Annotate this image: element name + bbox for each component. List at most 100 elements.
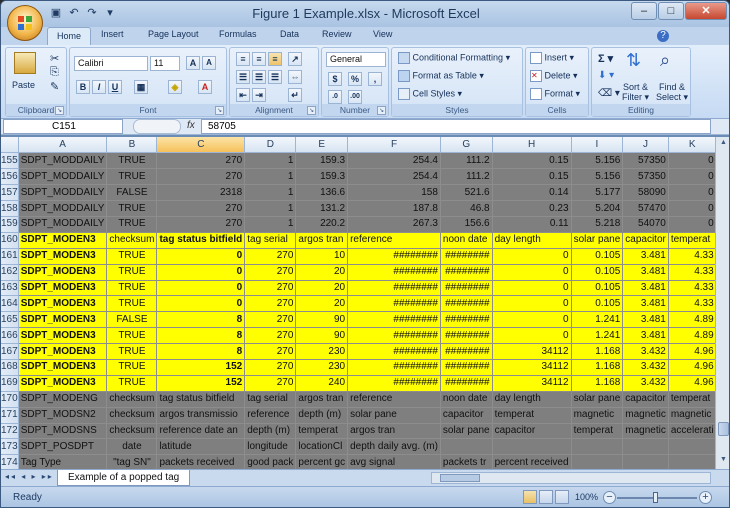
cell-styles-button[interactable]: Cell Styles ▾ (398, 88, 462, 100)
cell-k170[interactable]: temperat (668, 391, 715, 408)
cell-i174[interactable] (571, 454, 624, 469)
cell-g173[interactable] (440, 438, 493, 456)
borders-icon[interactable]: ▦ (134, 80, 148, 94)
cell-d169[interactable]: 270 (244, 375, 297, 392)
cell-h167[interactable]: 34112 (492, 343, 572, 360)
cell-f157[interactable]: 158 (347, 184, 441, 202)
cell-i173[interactable] (571, 438, 624, 456)
italic-button[interactable]: I (92, 80, 106, 94)
fill-icon[interactable]: ⬇ ▾ (598, 70, 614, 81)
cell-d159[interactable]: 1 (244, 216, 297, 233)
cell-b171[interactable]: checksum (106, 407, 158, 424)
cell-i161[interactable]: 0.105 (571, 248, 624, 265)
clipboard-launcher-icon[interactable]: ↘ (55, 106, 64, 115)
cell-i163[interactable]: 0.105 (571, 280, 624, 297)
cell-a166[interactable]: SDPT_MODEN3 (18, 327, 108, 345)
column-header-f[interactable]: F (347, 137, 441, 154)
row-header[interactable]: 171 (1, 407, 19, 424)
column-header-i[interactable]: I (571, 137, 624, 154)
align-middle-icon[interactable]: ≡ (252, 52, 266, 66)
cell-g162[interactable]: ######## (440, 264, 493, 281)
cell-f162[interactable]: ######## (347, 264, 441, 281)
underline-button[interactable]: U (108, 80, 122, 94)
column-header-g[interactable]: G (440, 137, 493, 154)
cell-h172[interactable]: capacitor (492, 423, 572, 440)
cell-k158[interactable]: 0 (668, 200, 715, 217)
percent-icon[interactable]: % (348, 72, 362, 86)
cell-a160[interactable]: SDPT_MODEN3 (18, 232, 108, 249)
cell-a157[interactable]: SDPT_MODDAILY (18, 184, 108, 202)
cell-e168[interactable]: 230 (295, 359, 349, 376)
cell-k163[interactable]: 4.33 (668, 280, 715, 297)
zoom-level[interactable]: 100% (575, 492, 598, 502)
cell-g161[interactable]: ######## (440, 248, 493, 265)
cell-g155[interactable]: 111.2 (440, 152, 493, 170)
save-icon[interactable]: ▣ (49, 6, 63, 20)
tab-data[interactable]: Data (280, 29, 299, 39)
horizontal-scrollbar[interactable] (431, 472, 711, 484)
cell-a161[interactable]: SDPT_MODEN3 (18, 248, 108, 265)
cell-j173[interactable] (622, 438, 669, 456)
cell-k171[interactable]: magnetic (668, 407, 715, 424)
cell-a171[interactable]: SDPT_MODSN2 (18, 407, 108, 424)
cell-d173[interactable]: longitude (244, 438, 297, 456)
cell-j162[interactable]: 3.481 (622, 264, 669, 281)
row-header[interactable]: 164 (1, 295, 19, 313)
cell-b159[interactable]: TRUE (106, 216, 158, 233)
row-header[interactable]: 168 (1, 359, 19, 376)
cell-c170[interactable]: tag status bitfield (156, 391, 246, 408)
row-header[interactable]: 165 (1, 311, 19, 329)
cell-g159[interactable]: 156.6 (440, 216, 493, 233)
cell-h161[interactable]: 0 (492, 248, 572, 265)
cell-h164[interactable]: 0 (492, 295, 572, 313)
cell-j171[interactable]: magnetic (622, 407, 669, 424)
column-header-b[interactable]: B (106, 137, 158, 154)
number-launcher-icon[interactable]: ↘ (377, 106, 386, 115)
row-header[interactable]: 174 (1, 454, 19, 469)
cell-f163[interactable]: ######## (347, 280, 441, 297)
cell-d168[interactable]: 270 (244, 359, 297, 376)
cell-a170[interactable]: SDPT_MODENG (18, 391, 108, 408)
cell-c164[interactable]: 0 (156, 295, 246, 313)
page-layout-view-icon[interactable] (539, 490, 553, 504)
cell-h168[interactable]: 34112 (492, 359, 572, 376)
cell-f159[interactable]: 267.3 (347, 216, 441, 233)
cell-e161[interactable]: 10 (295, 248, 349, 265)
zoom-in-icon[interactable]: + (699, 491, 712, 504)
sheet-tab-active[interactable]: Example of a popped tag (57, 470, 191, 486)
tab-view[interactable]: View (373, 29, 392, 39)
cell-c168[interactable]: 152 (156, 359, 246, 376)
row-header[interactable]: 173 (1, 438, 19, 456)
align-bottom-icon[interactable]: ≡ (268, 52, 282, 66)
cell-h165[interactable]: 0 (492, 311, 572, 329)
cell-i159[interactable]: 5.218 (571, 216, 624, 233)
scroll-up-icon[interactable]: ▲ (718, 139, 729, 150)
cell-f155[interactable]: 254.4 (347, 152, 441, 170)
cell-k164[interactable]: 4.33 (668, 295, 715, 313)
cell-f156[interactable]: 254.4 (347, 168, 441, 186)
worksheet-grid[interactable]: ABCDEFGHIJKL 155SDPT_MODDAILYTRUE2701159… (1, 137, 715, 469)
cell-k172[interactable]: accelerati (668, 423, 715, 440)
number-format-select[interactable]: General (326, 52, 386, 67)
cell-f168[interactable]: ######## (347, 359, 441, 376)
tab-review[interactable]: Review (322, 29, 352, 39)
cell-d165[interactable]: 270 (244, 311, 297, 329)
cell-e174[interactable]: percent gc (295, 454, 349, 469)
font-name-select[interactable]: Calibri (74, 56, 148, 71)
cell-k173[interactable] (668, 438, 715, 456)
cell-a167[interactable]: SDPT_MODEN3 (18, 343, 108, 360)
zoom-out-icon[interactable]: − (603, 491, 616, 504)
font-size-select[interactable]: 11 (150, 56, 180, 71)
cell-a168[interactable]: SDPT_MODEN3 (18, 359, 108, 376)
align-right-icon[interactable]: ☰ (268, 70, 282, 84)
cell-h170[interactable]: day length (492, 391, 572, 408)
cell-a165[interactable]: SDPT_MODEN3 (18, 311, 108, 329)
cell-k155[interactable]: 0 (668, 152, 715, 170)
cell-g158[interactable]: 46.8 (440, 200, 493, 217)
cell-h173[interactable] (492, 438, 572, 456)
scroll-down-icon[interactable]: ▼ (718, 456, 729, 467)
tab-formulas[interactable]: Formulas (219, 29, 257, 39)
customize-qat-icon[interactable]: ▾ (103, 6, 117, 20)
row-header[interactable]: 172 (1, 423, 19, 440)
format-cells-button[interactable]: Format ▾ (530, 88, 580, 100)
